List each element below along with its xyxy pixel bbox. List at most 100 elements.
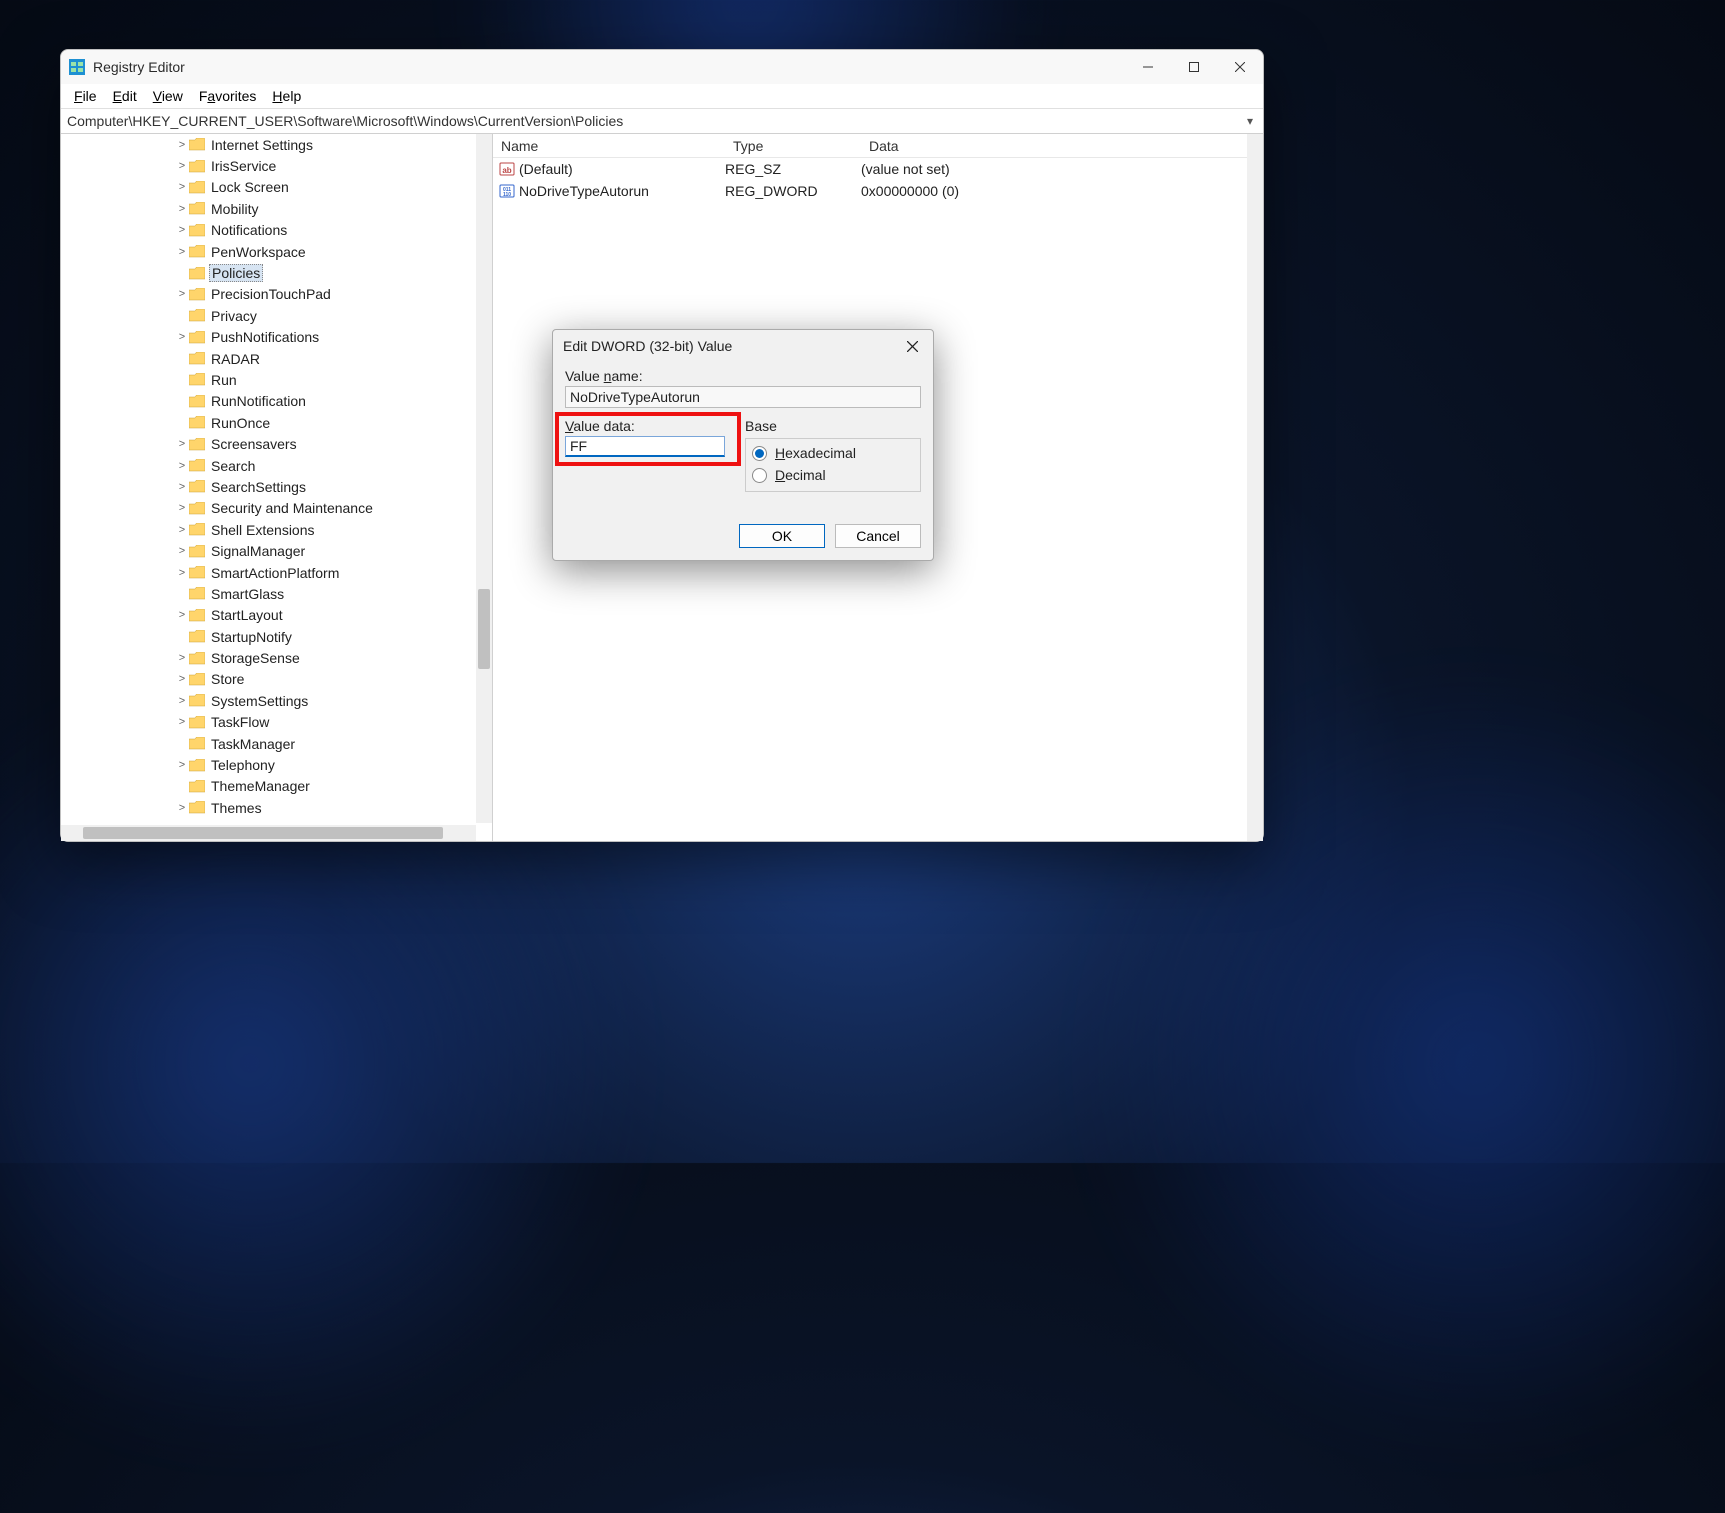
tree-item-label: PrecisionTouchPad [209,286,333,302]
column-header-name[interactable]: Name [493,138,725,154]
expander-icon[interactable]: > [176,160,188,172]
address-bar[interactable]: Computer\HKEY_CURRENT_USER\Software\Micr… [61,109,1263,134]
column-header-type[interactable]: Type [725,138,861,154]
tree-item[interactable]: >PenWorkspace [176,241,476,262]
tree-item[interactable]: >Lock Screen [176,177,476,198]
menu-favorites[interactable]: Favorites [191,86,265,106]
tree-item[interactable]: >Screensavers [176,433,476,454]
expander-icon[interactable]: > [176,695,188,707]
dialog-titlebar[interactable]: Edit DWORD (32-bit) Value [553,330,933,362]
tree-item[interactable]: >Telephony [176,754,476,775]
tree-item[interactable]: RunNotification [176,391,476,412]
expander-icon[interactable]: > [176,246,188,258]
tree-item[interactable]: Privacy [176,305,476,326]
radio-hex-indicator[interactable] [752,446,767,461]
expander-icon[interactable]: > [176,438,188,450]
folder-icon [189,694,205,707]
svg-text:110: 110 [503,192,511,198]
dialog-close-button[interactable] [901,335,923,357]
tree-item-label: RADAR [209,351,262,367]
titlebar[interactable]: Registry Editor [61,50,1263,84]
folder-icon [189,331,205,344]
tree-item[interactable]: ThemeManager [176,776,476,797]
expander-icon[interactable]: > [176,716,188,728]
value-data-input[interactable] [565,436,725,457]
tree-item[interactable]: >Store [176,669,476,690]
tree-item[interactable]: >Mobility [176,198,476,219]
tree-item[interactable]: >StartLayout [176,605,476,626]
tree-item[interactable]: >IrisService [176,155,476,176]
folder-icon [189,523,205,536]
expander-icon[interactable]: > [176,567,188,579]
folder-icon [189,587,205,600]
menu-view[interactable]: View [145,86,191,106]
expander-icon[interactable]: > [176,224,188,236]
address-dropdown-icon[interactable]: ▾ [1247,114,1257,128]
value-name-field[interactable]: NoDriveTypeAutorun [565,386,921,408]
expander-icon[interactable]: > [176,545,188,557]
list-row[interactable]: ab(Default)REG_SZ(value not set) [493,158,1263,180]
list-vertical-scrollbar[interactable] [1247,134,1263,841]
folder-icon [189,373,205,386]
radio-hexadecimal[interactable]: Hexadecimal [752,445,914,461]
tree-item[interactable]: RunOnce [176,412,476,433]
tree-item[interactable]: >Internet Settings [176,134,476,155]
list-header[interactable]: Name Type Data [493,134,1263,158]
tree-item-label: StorageSense [209,650,302,666]
close-button[interactable] [1217,50,1263,84]
expander-icon[interactable]: > [176,609,188,621]
expander-icon[interactable]: > [176,331,188,343]
tree-item-label: PushNotifications [209,329,321,345]
menubar: File Edit View Favorites Help [61,84,1263,109]
tree-item[interactable]: >SystemSettings [176,690,476,711]
expander-icon[interactable]: > [176,802,188,814]
maximize-button[interactable] [1171,50,1217,84]
radio-dec-indicator[interactable] [752,468,767,483]
expander-icon[interactable]: > [176,652,188,664]
column-header-data[interactable]: Data [861,138,1263,154]
tree-item[interactable]: > PushNotifications [176,327,476,348]
expander-icon[interactable]: > [176,673,188,685]
tree-item[interactable]: Policies [176,262,476,283]
expander-icon[interactable]: > [176,524,188,536]
expander-icon[interactable]: > [176,759,188,771]
tree-item[interactable]: >Search [176,455,476,476]
minimize-button[interactable] [1125,50,1171,84]
cancel-button[interactable]: Cancel [835,524,921,548]
ok-button[interactable]: OK [739,524,825,548]
tree-item[interactable]: >Notifications [176,220,476,241]
menu-file[interactable]: File [66,86,105,106]
tree-item[interactable]: StartupNotify [176,626,476,647]
tree-item[interactable]: >Themes [176,797,476,818]
tree-item[interactable]: > TaskFlow [176,712,476,733]
expander-icon[interactable]: > [176,460,188,472]
tree-item[interactable]: >SignalManager [176,540,476,561]
expander-icon[interactable]: > [176,203,188,215]
tree-item[interactable]: >Security and Maintenance [176,498,476,519]
menu-help[interactable]: Help [264,86,309,106]
tree-item[interactable]: > PrecisionTouchPad [176,284,476,305]
expander-icon[interactable]: > [176,181,188,193]
expander-icon[interactable]: > [176,139,188,151]
registry-tree[interactable]: >Internet Settings>IrisService>Lock Scre… [61,134,476,823]
cell-type: REG_DWORD [725,183,861,199]
tree-item[interactable]: Run [176,369,476,390]
folder-icon [189,459,205,472]
expander-icon[interactable]: > [176,288,188,300]
expander-icon[interactable]: > [176,502,188,514]
menu-edit[interactable]: Edit [105,86,145,106]
tree-item-label: TaskFlow [209,714,271,730]
tree-item[interactable]: >Shell Extensions [176,519,476,540]
radio-decimal[interactable]: Decimal [752,467,914,483]
list-row[interactable]: 011110NoDriveTypeAutorunREG_DWORD0x00000… [493,180,1263,202]
tree-item[interactable]: SmartGlass [176,583,476,604]
tree-vertical-scrollbar[interactable] [476,134,492,823]
folder-icon [189,202,205,215]
tree-item[interactable]: RADAR [176,348,476,369]
tree-item[interactable]: > StorageSense [176,647,476,668]
expander-icon[interactable]: > [176,481,188,493]
tree-horizontal-scrollbar[interactable] [61,825,476,841]
tree-item[interactable]: >SearchSettings [176,476,476,497]
tree-item[interactable]: TaskManager [176,733,476,754]
tree-item[interactable]: >SmartActionPlatform [176,562,476,583]
